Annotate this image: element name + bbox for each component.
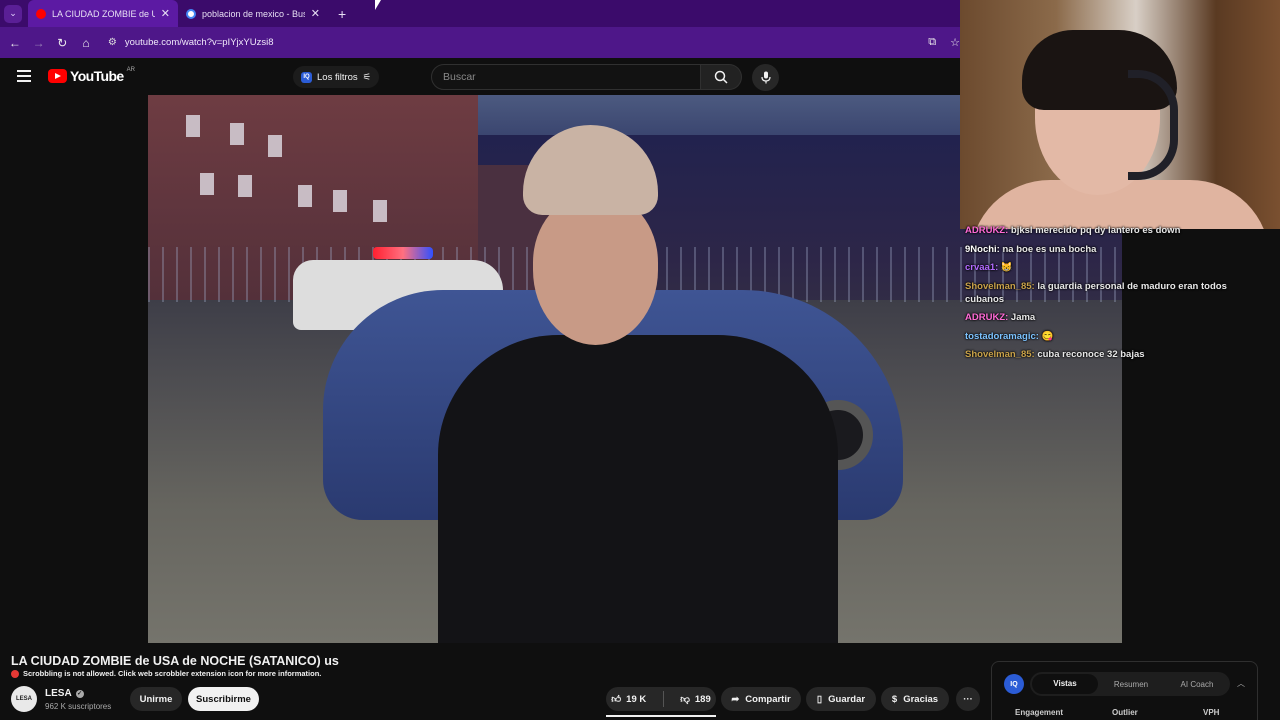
dislike-button[interactable]: 👎︎ 189 (680, 693, 711, 706)
video-title: LA CIUDAD ZOMBIE de USA de NOCHE (SATANI… (11, 654, 339, 668)
site-info-icon[interactable]: ⚙ (108, 37, 117, 48)
screen: ⌄ LA CIUDAD ZOMBIE de USA de ✕ poblacion… (0, 0, 1280, 720)
home-icon[interactable]: ⌂ (74, 36, 98, 50)
chat-message: ADRUKZ: Jama (965, 312, 1036, 323)
iq-tabs: Vistas Resumen AI Coach (1030, 672, 1230, 696)
like-button[interactable]: 👍︎ 19 K (611, 693, 646, 706)
country-code: AR (126, 67, 135, 73)
new-tab-icon[interactable]: + (338, 6, 346, 22)
thanks-button[interactable]: $ Gracias (881, 687, 949, 711)
save-button[interactable]: ▯ Guardar (806, 687, 876, 711)
join-button[interactable]: Unirme (130, 687, 182, 711)
search-button[interactable] (701, 64, 742, 90)
dollar-icon: $ (891, 693, 898, 705)
close-tab-icon[interactable]: ✕ (161, 7, 170, 20)
share-icon: ➦ (731, 693, 740, 705)
iq-panel: IQ Vistas Resumen AI Coach ︿ Engagement … (991, 661, 1258, 720)
iq-icon: IQ (301, 71, 312, 83)
url-text: youtube.com/watch?v=pIYjxYUzsi8 (124, 37, 274, 48)
tab-youtube[interactable]: LA CIUDAD ZOMBIE de USA de ✕ (28, 0, 178, 27)
close-tab-icon[interactable]: ✕ (311, 7, 320, 20)
error-icon (11, 669, 19, 678)
tab-search-button[interactable]: ⌄ (4, 4, 22, 23)
chat-message: 9Nochi: na boe es una bocha (965, 243, 1097, 255)
like-bar (606, 715, 716, 717)
metric-engagement: Engagement (1015, 708, 1064, 717)
browser-toolbar: ← → ↻ ⌂ ⚙ youtube.com/watch?v=pIYjxYUzsi… (0, 27, 960, 58)
scrobbler-notice: Scrobbling is not allowed. Click web scr… (11, 669, 321, 678)
tab-title: poblacion de mexico - Buscar c (202, 8, 305, 19)
youtube-header: YouTube AR IQ Los filtros ⚟ Buscar (0, 58, 960, 95)
sliders-icon: ⚟ (362, 71, 372, 83)
tab-google[interactable]: poblacion de mexico - Buscar c ✕ (178, 0, 328, 27)
menu-icon[interactable] (17, 70, 31, 82)
bookmark-star-icon[interactable]: ☆ (950, 36, 960, 49)
tab-ai-coach[interactable]: AI Coach (1164, 680, 1230, 689)
chat-message: crvaa1: 😸 (965, 262, 1013, 273)
mouse-cursor-icon (375, 0, 381, 10)
chat-message: ADRUKZ: bjksl merecido pq dy lantero es … (965, 225, 1181, 236)
metric-vph: VPH (1203, 708, 1220, 717)
more-actions-button[interactable]: ··· (956, 687, 980, 711)
google-favicon-icon (186, 8, 196, 19)
filters-button[interactable]: IQ Los filtros ⚟ (293, 66, 380, 88)
bookmark-icon: ▯ (816, 693, 823, 705)
chat-message: tostadoramagic: 😋 (965, 330, 1054, 342)
channel-name[interactable]: LESA ✓ (45, 688, 84, 699)
metric-outlier: Outlier (1112, 708, 1138, 717)
verified-icon: ✓ (75, 689, 84, 698)
thumbs-up-icon: 👍︎ (611, 694, 622, 705)
chat-message: Shovelman_85: la guardia personal de mad… (965, 280, 1227, 305)
youtube-favicon-icon (36, 8, 46, 19)
scrobbler-text: Scrobbling is not allowed. Click web scr… (23, 669, 322, 678)
filters-label: Los filtros (317, 71, 358, 83)
chat-message: Shovelman_85: cuba reconoce 32 bajas (965, 349, 1145, 360)
youtube-wordmark: YouTube (70, 68, 124, 84)
tab-resumen[interactable]: Resumen (1098, 680, 1164, 689)
tab-title: LA CIUDAD ZOMBIE de USA de (52, 8, 155, 19)
chat-overlay: ADRUKZ: bjksl merecido pq dy lantero es … (965, 224, 1255, 367)
presenter (438, 125, 838, 643)
share-button[interactable]: ➦ Compartir (721, 687, 801, 711)
reload-icon[interactable]: ↻ (50, 36, 74, 50)
subscribe-button[interactable]: Suscribirme (188, 687, 259, 711)
channel-avatar[interactable]: LESA (11, 686, 37, 712)
address-bar[interactable]: ⚙ youtube.com/watch?v=pIYjxYUzsi8 (104, 32, 924, 54)
headset (1128, 70, 1178, 180)
voice-search-button[interactable] (752, 64, 779, 91)
search-icon (714, 70, 728, 84)
chevron-up-icon[interactable]: ︿ (1237, 678, 1245, 689)
cast-icon[interactable]: ⧉ (928, 36, 936, 49)
microphone-icon (760, 71, 771, 84)
like-dislike-group: 👍︎ 19 K 👎︎ 189 (606, 687, 716, 711)
police-lights (373, 247, 433, 259)
iq-logo: IQ (1004, 674, 1024, 694)
browser-tabbar: ⌄ LA CIUDAD ZOMBIE de USA de ✕ poblacion… (0, 0, 960, 27)
youtube-play-icon (48, 69, 67, 83)
webcam-overlay (960, 0, 1280, 229)
thumbs-down-icon: 👎︎ (680, 694, 690, 705)
tab-vistas[interactable]: Vistas (1032, 674, 1098, 694)
subscriber-count: 962 K suscriptores (45, 702, 112, 711)
forward-icon[interactable]: → (27, 36, 51, 50)
search-input[interactable]: Buscar (431, 64, 701, 90)
youtube-logo[interactable]: YouTube AR (48, 67, 135, 84)
back-icon[interactable]: ← (3, 36, 27, 50)
